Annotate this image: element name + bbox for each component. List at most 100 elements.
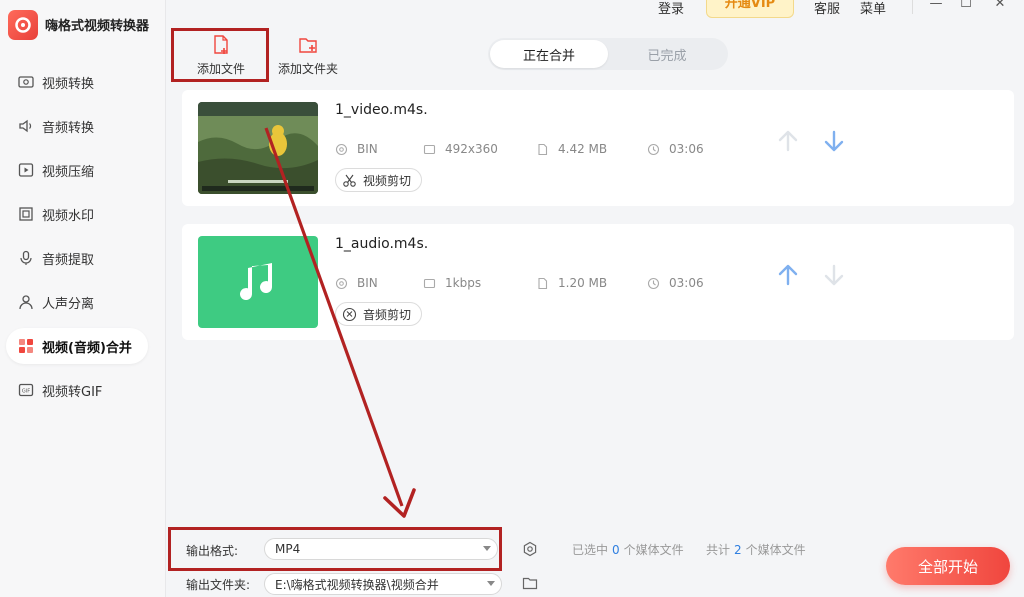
scissors-icon — [343, 174, 356, 187]
arrow-down-icon — [824, 130, 844, 152]
sidebar-item-vocal-separation[interactable]: 人声分离 — [6, 284, 148, 320]
app-logo — [8, 10, 38, 40]
svg-text:GIF: GIF — [22, 389, 30, 395]
sidebar-item-gif[interactable]: GIF 视频转GIF — [6, 372, 148, 408]
move-down-button[interactable] — [821, 128, 847, 154]
selected-suffix: 个媒体文件 — [623, 543, 684, 557]
file-size-value: 1.20 MB — [558, 276, 608, 290]
video-watermark-icon — [16, 204, 36, 224]
audio-cut-label: 音频剪切 — [363, 307, 412, 322]
menu-link[interactable]: 菜单 — [860, 0, 886, 17]
bitrate-icon — [423, 278, 436, 288]
selected-count: 0 — [612, 543, 620, 557]
app-name: 嗨格式视频转换器 — [45, 19, 150, 34]
close-icon[interactable]: ✕ — [992, 0, 1008, 12]
top-divider — [912, 0, 913, 14]
video-cut-label: 视频剪切 — [363, 173, 412, 188]
sidebar-item-video-convert[interactable]: 视频转换 — [6, 64, 148, 100]
file-duration-value: 03:06 — [669, 276, 704, 290]
arrow-up-icon — [778, 130, 798, 152]
file-name: 1_audio.m4s. — [335, 236, 429, 252]
selected-prefix: 已选中 — [572, 543, 609, 557]
total-count: 2 — [734, 543, 742, 557]
highlight-box-output-format — [168, 527, 502, 571]
open-folder-button[interactable] — [522, 575, 538, 591]
video-thumbnail-image — [198, 102, 318, 194]
video-cut-button[interactable]: 视频剪切 — [335, 168, 423, 192]
gif-icon: GIF — [16, 380, 36, 400]
highlight-box-add-file — [171, 28, 269, 82]
start-all-button[interactable]: 全部开始 — [886, 547, 1010, 585]
file-size: 4.42 MB — [536, 142, 607, 156]
output-folder-label: 输出文件夹: — [186, 578, 251, 592]
file-card-video: 1_video.m4s. BIN 492x360 4.42 MB 03:06 视… — [182, 90, 1014, 206]
output-folder-value: E:\嗨格式视频转换器\视频合并 — [275, 577, 439, 592]
video-compress-icon — [16, 160, 36, 180]
add-folder-label: 添加文件夹 — [277, 62, 338, 76]
file-format-value: BIN — [357, 142, 378, 156]
vip-button[interactable]: 开通VIP — [706, 0, 794, 18]
music-icon — [240, 263, 273, 301]
sidebar-nav: 视频转换 音频转换 视频压缩 视频水印 音频提取 人声分离 视频(音频)合并 G… — [0, 64, 166, 416]
login-link[interactable]: 登录 — [658, 0, 684, 17]
tab-done[interactable]: 已完成 — [608, 40, 726, 68]
file-size-value: 4.42 MB — [558, 142, 608, 156]
folder-icon — [522, 577, 538, 590]
arrow-up-icon — [778, 264, 798, 286]
sidebar-item-label: 音频转换 — [42, 120, 95, 136]
file-name: 1_video.m4s. — [335, 102, 428, 118]
video-convert-icon — [16, 72, 36, 92]
add-folder-button[interactable]: 添加文件夹 — [268, 30, 348, 77]
file-duration: 03:06 — [647, 142, 704, 156]
resolution-icon — [423, 144, 436, 154]
file-card-audio: 1_audio.m4s. BIN 1kbps 1.20 MB 03:06 音频剪… — [182, 224, 1014, 340]
sidebar-item-label: 音频提取 — [42, 252, 95, 268]
file-format-value: BIN — [357, 276, 378, 290]
sidebar-item-audio-extract[interactable]: 音频提取 — [6, 240, 148, 276]
sidebar-item-label: 视频(音频)合并 — [42, 340, 132, 356]
sidebar-item-video-compress[interactable]: 视频压缩 — [6, 152, 148, 188]
format-icon — [335, 143, 348, 155]
total-suffix: 个媒体文件 — [745, 543, 806, 557]
audio-extract-icon — [16, 248, 36, 268]
file-size-icon — [538, 143, 548, 155]
file-duration: 03:06 — [647, 276, 704, 290]
audio-cut-icon — [342, 307, 357, 321]
chevron-down-icon — [487, 581, 495, 586]
clock-icon — [647, 277, 660, 289]
file-bitrate: 1kbps — [423, 276, 481, 290]
status-tabs: 正在合并 已完成 — [488, 38, 728, 70]
output-folder-select[interactable]: E:\嗨格式视频转换器\视频合并 — [264, 573, 502, 595]
file-bitrate-value: 1kbps — [445, 276, 482, 290]
format-settings-button[interactable] — [522, 541, 538, 557]
move-up-button[interactable] — [775, 262, 801, 288]
audio-cut-button[interactable]: 音频剪切 — [335, 302, 423, 326]
vocal-separation-icon — [16, 292, 36, 312]
total-prefix: 共计 — [706, 543, 731, 557]
merge-icon — [16, 336, 36, 356]
sidebar-item-audio-convert[interactable]: 音频转换 — [6, 108, 148, 144]
video-thumbnail — [198, 102, 318, 194]
file-resolution: 492x360 — [423, 142, 498, 156]
sidebar-item-video-watermark[interactable]: 视频水印 — [6, 196, 148, 232]
arrow-down-icon — [824, 264, 844, 286]
sidebar-item-label: 视频水印 — [42, 208, 95, 224]
logo-icon — [15, 17, 31, 33]
sidebar-item-label: 视频转换 — [42, 76, 95, 92]
move-down-button[interactable] — [821, 262, 847, 288]
file-resolution-value: 492x360 — [445, 142, 498, 156]
sidebar-item-label: 视频压缩 — [42, 164, 95, 180]
maximize-icon[interactable]: ☐ — [958, 0, 974, 12]
selected-count-text: 已选中 0 个媒体文件 — [572, 541, 684, 558]
audio-convert-icon — [16, 116, 36, 136]
sidebar-item-merge[interactable]: 视频(音频)合并 — [6, 328, 148, 364]
format-icon — [335, 277, 348, 289]
minimize-icon[interactable]: — — [928, 0, 944, 12]
tab-merging[interactable]: 正在合并 — [490, 40, 608, 68]
total-count-text: 共计 2 个媒体文件 — [706, 541, 806, 558]
add-folder-icon — [299, 38, 317, 53]
file-format: BIN — [335, 276, 378, 290]
move-up-button[interactable] — [775, 128, 801, 154]
file-format: BIN — [335, 142, 378, 156]
service-link[interactable]: 客服 — [814, 0, 840, 17]
